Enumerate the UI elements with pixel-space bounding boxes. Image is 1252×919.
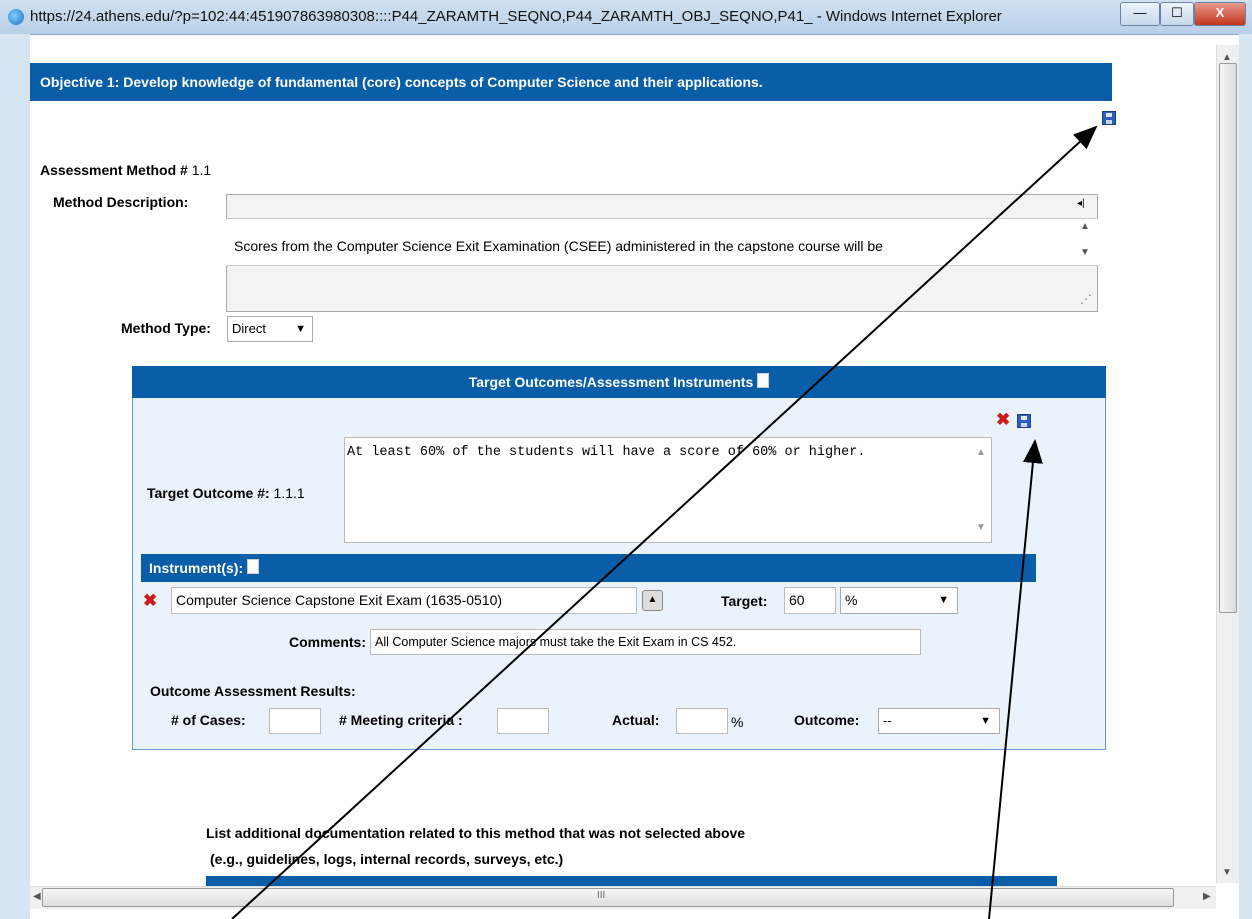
arrow-to-save-outcome [988,439,1043,919]
annotation-arrows [231,125,1098,919]
arrow-to-save-objective [231,125,1098,919]
